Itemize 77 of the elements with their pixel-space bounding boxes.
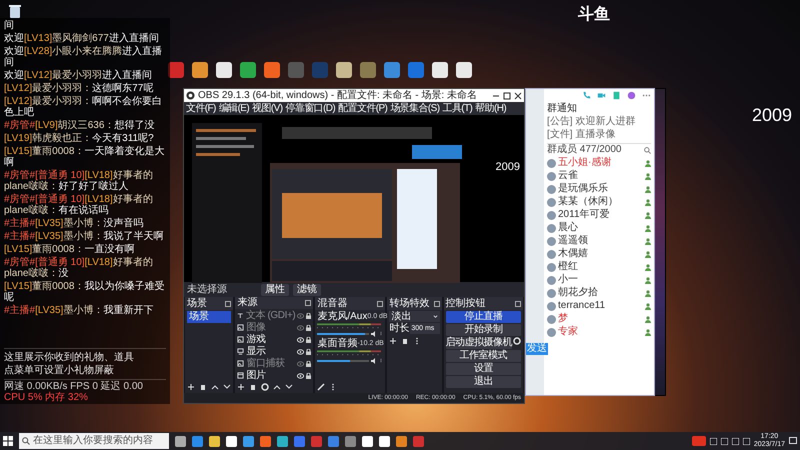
counter-text: 2009 <box>752 104 792 127</box>
member-name[interactable]: 五小姐·感谢 <box>558 157 643 169</box>
source-item[interactable]: 游戏 <box>246 334 296 345</box>
chat-message: #房管#[普通勇 10][LV18]好事者的plane啵啵：好了好了啵过人 <box>4 170 154 192</box>
member-name[interactable]: 晨心 <box>558 222 643 234</box>
menu-item[interactable]: 场景集合(S) <box>390 102 440 114</box>
channel-name: 麦克风/Aux <box>317 311 368 322</box>
member-name[interactable]: 木偶嬉 <box>558 248 643 260</box>
chat-message: 间 <box>4 20 14 31</box>
control-button[interactable]: 启动虚拟摄像机 <box>446 337 512 349</box>
source-item[interactable]: 图像 <box>246 322 296 333</box>
chat-message: [LV12]最爱小羽羽：啊啊不会你要白色上吧 <box>4 96 164 118</box>
stream-logo: 斗鱼 <box>578 4 610 25</box>
no-source-label: 未选择源 <box>187 284 228 296</box>
member-name[interactable]: 小一 <box>558 274 643 286</box>
chat-message: #主播#[LV35]墨小博：我说了半天啊 <box>4 231 164 242</box>
source-bar-button[interactable]: 滤镜 <box>293 284 321 296</box>
chat-message: [LV15]董雨0008：我以为你嗓子难受呢 <box>4 281 166 303</box>
notice-text: [文件] 直播录像 <box>547 129 616 141</box>
chat-message: #主播#[LV35]墨小博：没声音吗 <box>4 218 144 229</box>
dock-title: 控制按钮 <box>446 298 486 310</box>
gift-hint-text: 点菜单可设置小礼物屏蔽 <box>4 365 115 376</box>
stats-text: 网速 0.00KB/s FPS 0 延迟 0.00 <box>4 381 143 392</box>
member-name[interactable]: 梦 <box>558 313 643 325</box>
counter-text: 2009 <box>496 160 520 175</box>
member-name[interactable]: 某某（休闲） <box>558 196 643 208</box>
control-button[interactable]: 工作室模式 <box>446 350 521 362</box>
transition-dropdown[interactable]: 淡出 <box>389 311 440 322</box>
send-button[interactable]: 发送 <box>526 343 548 355</box>
source-item[interactable]: 窗口捕获 <box>246 358 296 369</box>
dock-title: 场景 <box>187 298 207 310</box>
member-name[interactable]: 云雀 <box>558 170 643 182</box>
channel-name: 桌面音频 <box>317 338 358 349</box>
member-name[interactable]: 专家 <box>558 326 643 338</box>
member-name[interactable]: 橙红 <box>558 261 643 273</box>
gift-hint-text: 这里展示你收到的礼物、道具 <box>4 352 135 363</box>
member-name[interactable]: 2011年可爱 <box>558 209 643 221</box>
member-name[interactable]: 朝花夕拾 <box>558 287 643 299</box>
control-button[interactable]: 停止直播 <box>446 311 521 323</box>
menu-item[interactable]: 文件(F) <box>186 102 216 114</box>
chat-message: #主播#[LV35]墨小博：我重新开下 <box>4 305 154 316</box>
chat-message: #房管#[LV9]胡汉三636：想得了没 <box>4 120 156 131</box>
chat-message: #房管#[普通勇 10][LV18]好事者的plane啵啵：没 <box>4 257 154 279</box>
menu-item[interactable]: 编辑(E) <box>218 102 250 114</box>
chat-message: [LV15]董雨0008：一直没有啊 <box>4 244 136 255</box>
chat-message: #房管#[普通勇 10][LV18]好事者的plane啵啵：有在说话吗 <box>4 194 154 216</box>
chat-message: 欢迎[LV13]墨风御剑677进入直播间 <box>4 33 160 44</box>
menu-item[interactable]: 停靠窗口(D) <box>285 102 336 114</box>
menu-item[interactable]: 帮助(H) <box>475 102 506 114</box>
control-button[interactable]: 设置 <box>446 363 521 375</box>
source-item[interactable]: 图片 <box>246 370 296 381</box>
section-title: 群通知 <box>547 103 578 115</box>
scene-item[interactable]: 场景 <box>187 311 232 323</box>
notice-text: [公告] 欢迎新人进群 <box>547 116 636 128</box>
dock-title: 转场特效 <box>389 298 430 310</box>
member-count: 群成员 477/2000 <box>547 144 622 156</box>
control-button[interactable]: 退出 <box>446 376 521 388</box>
control-button[interactable]: 开始录制 <box>446 324 521 336</box>
window-title: OBS 29.1.3 (64-bit, windows) - 配置文件: 未命名 - 场景: 未命名 <box>198 90 478 102</box>
chat-message: 欢迎[LV12]最爱小羽羽进入直播间 <box>4 70 154 81</box>
menu-item[interactable]: 配置文件(P) <box>338 102 388 114</box>
menu-item[interactable]: 工具(T) <box>442 102 472 114</box>
chat-message: [LV12]最爱小羽羽：这德啊东77呢 <box>4 83 154 94</box>
dock-title: 来源 <box>237 297 258 309</box>
member-name[interactable]: terrance11 <box>558 300 643 312</box>
source-bar-button[interactable]: 属性 <box>261 284 289 296</box>
chat-message: 欢迎[LV28]小眼小来在腾腾进入直播间 <box>4 46 164 68</box>
chat-message: [LV15]董雨0008：一天降着变化是大啊 <box>4 146 166 168</box>
member-name[interactable]: 遥遥领 <box>558 235 643 247</box>
source-item[interactable]: 显示 <box>246 346 296 357</box>
chat-message: [LV19]韩虎毅也正：今天有311呢? <box>4 133 155 144</box>
cpu-text: CPU 5% 内存 32% <box>4 392 88 403</box>
source-item[interactable]: 文本 (GDI+) <box>246 310 296 321</box>
duration-label: 时长 <box>389 323 410 334</box>
dock-title: 混音器 <box>317 298 348 310</box>
member-name[interactable]: 是玩偶乐乐 <box>558 183 643 195</box>
menu-item[interactable]: 视图(V) <box>252 102 282 114</box>
